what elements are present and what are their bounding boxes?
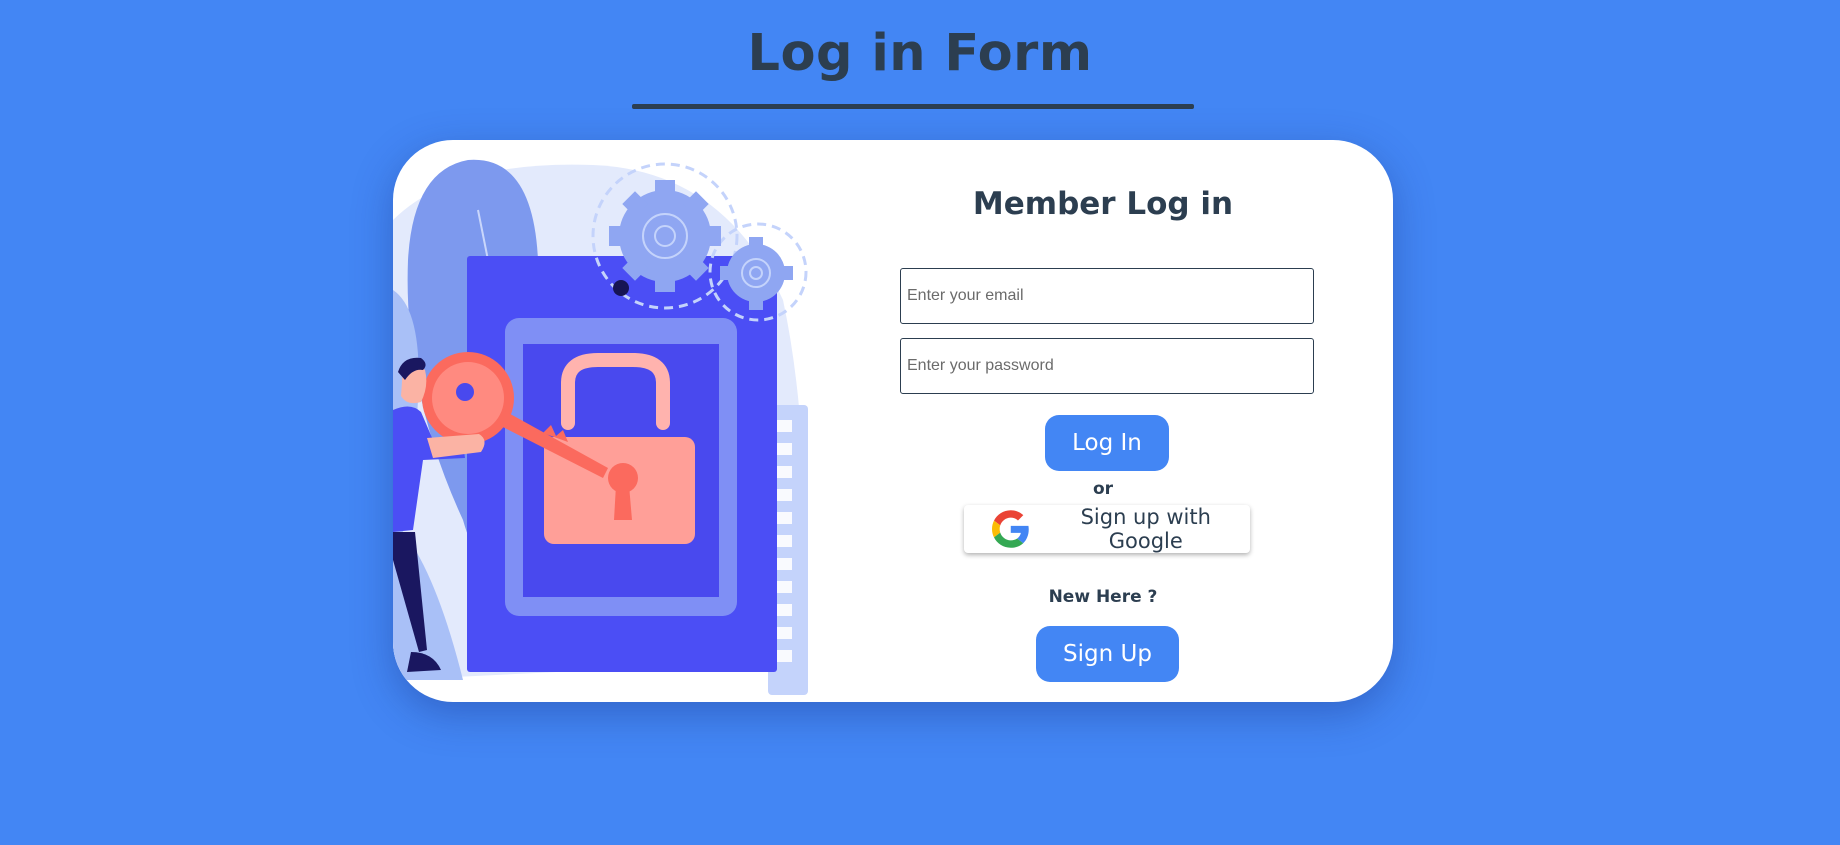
unlock-illustration [393,159,808,695]
new-here-text: New Here ? [1048,587,1158,607]
login-form: Member Log in Log In or Sign up with Goo… [813,140,1393,702]
form-heading: Member Log in [972,186,1234,222]
login-button[interactable]: Log In [1045,415,1169,471]
signup-button[interactable]: Sign Up [1036,626,1179,682]
page-title: Log in Form [747,24,1093,83]
password-field[interactable] [900,338,1314,394]
login-card: Member Log in Log In or Sign up with Goo… [393,140,1393,702]
title-underline [632,104,1194,109]
email-field[interactable] [900,268,1314,324]
google-signup-label: Sign up with Google [1080,505,1211,553]
google-icon [992,510,1029,548]
or-separator: or [1092,479,1114,499]
google-signup-button[interactable]: Sign up with Google [964,505,1250,553]
